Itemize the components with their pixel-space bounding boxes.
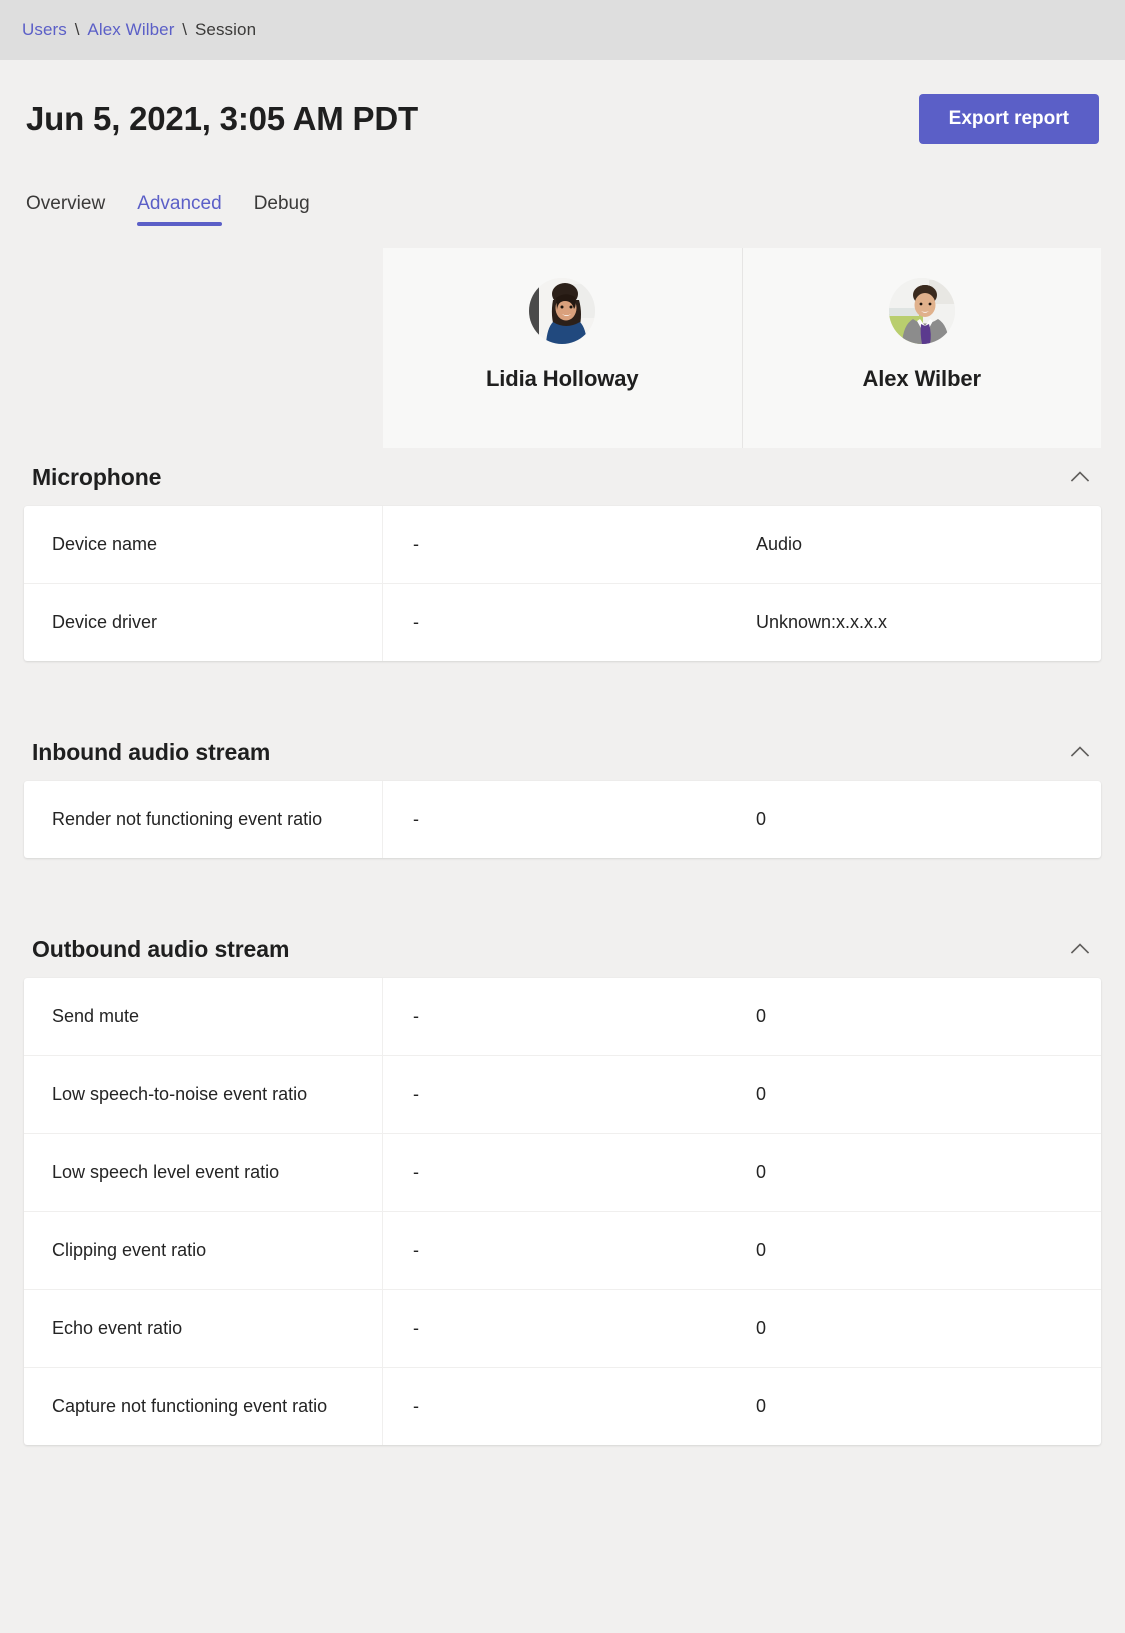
- metrics-section: Microphone Device name - Audio Device driver…: [0, 448, 1125, 661]
- session-detail-page: Users \ Alex Wilber \ Session Jun 5, 202…: [0, 0, 1125, 1633]
- metrics-section: Outbound audio stream Send mute -0 Low spee…: [0, 920, 1125, 1445]
- section-header-toggle[interactable]: Microphone: [24, 448, 1101, 506]
- metric-label: Low speech level event ratio: [24, 1134, 383, 1211]
- metric-value-participant-1: -: [413, 1318, 419, 1338]
- participant-card[interactable]: Lidia Holloway: [383, 248, 743, 448]
- metrics-table: Send mute -0 Low speech-to-noise event rat…: [24, 978, 1101, 1445]
- metric-value-participant-2: 0: [756, 1318, 767, 1338]
- export-report-button[interactable]: Export report: [918, 94, 1099, 144]
- metric-value-participant-1: -: [413, 1162, 419, 1182]
- tab-overview[interactable]: Overview: [26, 193, 121, 226]
- metric-value-participant-2: 0: [756, 809, 767, 829]
- table-row: Device name - Audio: [24, 506, 1101, 584]
- breadcrumb-item-users[interactable]: Users: [22, 20, 67, 39]
- table-row: Low speech-to-noise event ratio - 0: [24, 1056, 1101, 1134]
- table-row: Low speech level event ratio - 0: [24, 1134, 1101, 1212]
- metric-label: Echo event ratio: [24, 1290, 383, 1367]
- breadcrumb-separator: \: [177, 20, 192, 39]
- metrics-table: Render not functioning event ratio - 0: [24, 781, 1101, 858]
- metrics-sections: Microphone Device name - Audio Device driver…: [0, 448, 1125, 1445]
- metric-label: Render not functioning event ratio: [24, 781, 383, 858]
- metric-value-participant-2: 0: [756, 1162, 767, 1182]
- table-row: Render not functioning event ratio - 0: [24, 781, 1101, 858]
- metric-value-participant-1: -: [413, 1240, 419, 1260]
- participant-name: Alex Wilber: [862, 366, 981, 391]
- breadcrumb-bar: Users \ Alex Wilber \ Session: [0, 0, 1125, 60]
- metric-value-participant-2: 0: [756, 1006, 767, 1026]
- table-row: Send mute - 0: [24, 978, 1101, 1056]
- section-title: Outbound audio stream: [32, 935, 290, 962]
- metric-label: Send mute: [24, 978, 383, 1055]
- participants-strip: Lidia Holloway Alex Wilber: [0, 248, 1125, 448]
- table-row: Echo event ratio - 0: [24, 1290, 1101, 1368]
- breadcrumb-item-session: Session: [194, 20, 257, 39]
- metric-value-participant-2: Audio: [756, 534, 803, 554]
- page-header: Jun 5, 2021, 3:05 AM PDT Export report: [0, 90, 1125, 148]
- section-header-toggle[interactable]: Inbound audio stream: [24, 723, 1101, 781]
- participant-name: Lidia Holloway: [485, 366, 639, 391]
- metric-label: Capture not functioning event ratio: [24, 1368, 383, 1445]
- metric-value-participant-2: 0: [756, 1396, 767, 1416]
- tab-debug[interactable]: Debug: [238, 193, 326, 226]
- metric-value-participant-1: -: [413, 809, 419, 829]
- table-row: Capture not functioning event ratio - 0: [24, 1368, 1101, 1445]
- page-title: Jun 5, 2021, 3:05 AM PDT: [26, 100, 418, 137]
- metric-value-participant-1: -: [413, 1006, 419, 1026]
- participant-card[interactable]: Alex Wilber: [742, 248, 1101, 448]
- metrics-table: Device name - Audio Device driver - Unknown:x…: [24, 506, 1101, 661]
- chevron-up-icon[interactable]: [1067, 739, 1093, 765]
- section-header-toggle[interactable]: Outbound audio stream: [24, 920, 1101, 978]
- metric-value-participant-1: -: [413, 534, 419, 554]
- metric-value-participant-1: -: [413, 1084, 419, 1104]
- metric-label: Clipping event ratio: [24, 1212, 383, 1289]
- metric-value-participant-1: -: [413, 1396, 419, 1416]
- avatar-lidia-holloway: [529, 278, 596, 344]
- metric-label: Device driver: [24, 584, 383, 661]
- metric-value-participant-2: 0: [756, 1084, 767, 1104]
- breadcrumb-separator: \: [69, 20, 85, 39]
- metric-value-participant-2: Unknown:x.x.x.x: [756, 612, 888, 632]
- metric-value-participant-1: -: [413, 612, 419, 632]
- breadcrumb: Users \ Alex Wilber \ Session: [22, 20, 256, 40]
- chevron-up-icon[interactable]: [1067, 464, 1093, 490]
- tab-advanced[interactable]: Advanced: [121, 193, 238, 226]
- table-row: Device driver - Unknown:x.x.x.x: [24, 584, 1101, 661]
- metric-value-participant-2: 0: [756, 1240, 767, 1260]
- tab-bar: Overview Advanced Debug: [0, 184, 1125, 226]
- chevron-up-icon[interactable]: [1067, 936, 1093, 962]
- section-title: Inbound audio stream: [32, 738, 271, 765]
- metric-label: Low speech-to-noise event ratio: [24, 1056, 383, 1133]
- table-row: Clipping event ratio - 0: [24, 1212, 1101, 1290]
- breadcrumb-item-alex-wilber[interactable]: Alex Wilber: [87, 20, 174, 39]
- section-title: Microphone: [32, 463, 162, 490]
- metric-label: Device name: [24, 506, 383, 583]
- avatar-alex-wilber: [888, 278, 955, 344]
- metrics-section: Inbound audio stream Render not functioni…: [0, 723, 1125, 858]
